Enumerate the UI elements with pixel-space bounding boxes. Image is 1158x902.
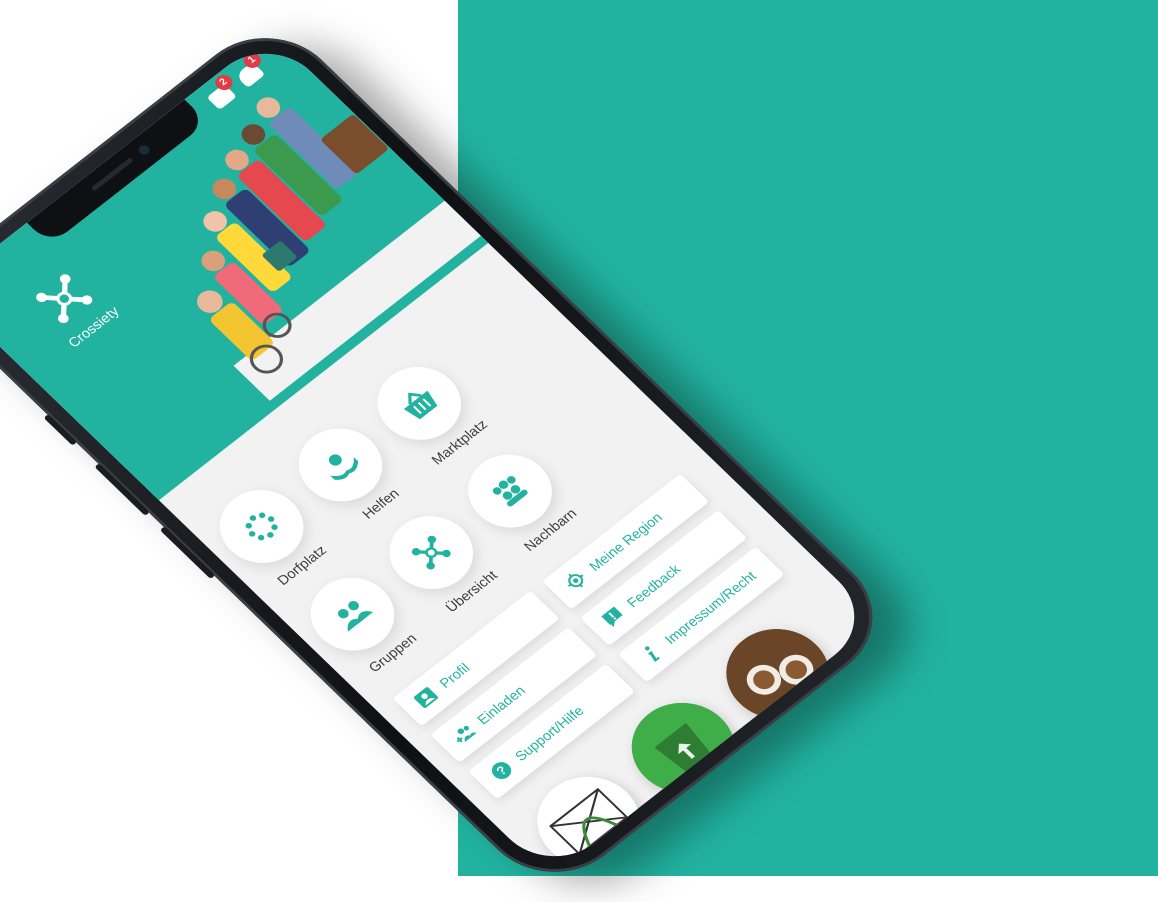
feedback-bubble-icon [601,606,623,628]
profile-card-icon [413,687,439,708]
location-target-icon [567,573,584,588]
help-circle-icon: ? [491,762,512,779]
network-icon [411,535,451,570]
side-button-silent [43,414,78,446]
circle-dots-icon [245,512,278,541]
front-camera [136,143,152,157]
helping-hand-icon [328,454,359,480]
info-icon [644,646,660,663]
add-user-icon [456,725,477,743]
menu-feedback-label: Feedback [623,561,684,611]
basket-icon [403,390,438,420]
menu-einladen-label: Einladen [473,682,529,728]
neighbors-icon [492,476,528,507]
menu-profil-label: Profil [435,660,473,691]
group-icon [338,600,374,632]
